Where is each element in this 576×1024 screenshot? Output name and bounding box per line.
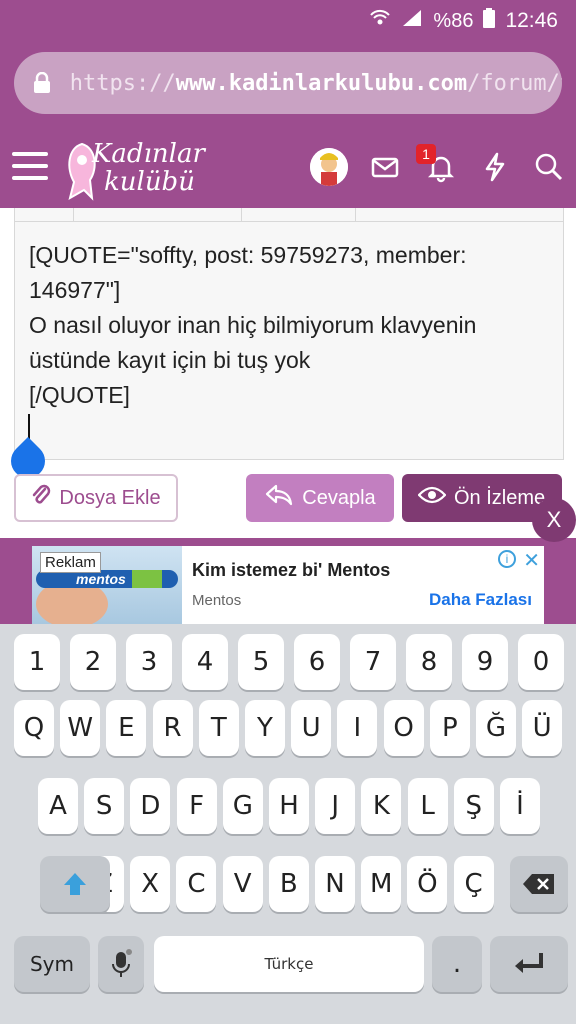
lightning-icon[interactable] [478,150,512,184]
key-9[interactable]: 9 [462,634,508,690]
preview-label: Ön İzleme [454,486,546,509]
key-y[interactable]: Y [245,700,285,756]
key-ü[interactable]: Ü [522,700,563,756]
key-f[interactable]: F [176,778,217,834]
reply-button[interactable]: Cevapla [246,474,394,522]
key-e[interactable]: E [106,700,147,756]
soft-keyboard: 1234567890 QWERTYUIOPĞÜ ASDFGHJKLŞİ ZXCV… [0,624,576,1024]
key-s[interactable]: S [84,778,125,834]
key-m[interactable]: M [361,856,402,912]
key-p[interactable]: P [429,700,470,756]
key-7[interactable]: 7 [350,634,396,690]
key-3[interactable]: 3 [126,634,172,690]
ad-cta-link[interactable]: Daha Fazlası [429,590,532,610]
site-logo[interactable]: Kadınlar kulübü [62,138,232,202]
url-text[interactable]: https://www.kadinlarkulubu.com/forum/thr [70,71,562,96]
key-h[interactable]: H [269,778,309,834]
key-g[interactable]: G [222,778,263,834]
ad-title[interactable]: Kim istemez bi' Mentos [192,560,390,581]
wifi-hotspot-icon [369,8,391,34]
key-ç[interactable]: Ç [453,856,494,912]
screen: { "status_bar": {"battery": "%86", "time… [0,0,576,1024]
ad-close-icon[interactable]: ✕ [523,548,540,573]
key-5[interactable]: 5 [238,634,284,690]
address-bar[interactable]: https://www.kadinlarkulubu.com/forum/thr [14,52,562,114]
user-avatar[interactable] [310,148,348,186]
reply-arrow-icon [264,483,294,513]
period-key[interactable]: . [432,936,482,992]
key-1[interactable]: 1 [14,634,60,690]
notification-badge: 1 [416,144,436,164]
key-i̇[interactable]: İ [500,778,540,834]
attach-file-label: Dosya Ekle [59,486,161,509]
search-icon[interactable] [532,150,566,184]
ad-image[interactable]: mentos Reklam [32,546,182,624]
site-header: Kadınlar kulübü 1 [0,132,576,208]
status-bar: %86 12:46 [0,0,576,40]
key-v[interactable]: V [222,856,263,912]
key-u[interactable]: U [291,700,332,756]
ad-advertiser: Mentos [192,592,242,609]
key-j[interactable]: J [315,778,356,834]
key-ö[interactable]: Ö [407,856,448,912]
space-key[interactable]: Türkçe [154,936,424,992]
signal-icon [401,8,423,34]
voice-input-key[interactable] [98,936,144,992]
backspace-key[interactable] [510,856,568,912]
ad-info-icon[interactable]: i [498,550,516,568]
browser-toolbar: https://www.kadinlarkulubu.com/forum/thr [0,40,576,132]
key-2[interactable]: 2 [70,634,116,690]
key-t[interactable]: T [198,700,239,756]
key-0[interactable]: 0 [518,634,564,690]
sym-key[interactable]: Sym [14,936,90,992]
reply-label: Cevapla [302,486,376,509]
message-editor[interactable]: [QUOTE="soffty, post: 59759273, member: … [3,208,564,486]
enter-key[interactable] [490,936,568,992]
clock: 12:46 [505,9,558,32]
close-ad-button[interactable]: X [532,498,576,542]
key-i[interactable]: I [337,700,378,756]
eye-icon [417,485,447,511]
paperclip-icon [31,483,51,513]
key-l[interactable]: L [407,778,448,834]
ad-image-brand: mentos [76,571,126,587]
key-d[interactable]: D [130,778,171,834]
key-x[interactable]: X [130,856,171,912]
key-n[interactable]: N [315,856,355,912]
key-q[interactable]: Q [14,700,54,756]
key-r[interactable]: R [152,700,193,756]
reply-form: [QUOTE="soffty, post: 59759273, member: … [0,208,576,538]
ad-banner-area: mentos Reklam Kim istemez bi' Mentos Men… [0,538,576,624]
messages-icon[interactable] [368,150,402,184]
key-4[interactable]: 4 [182,634,228,690]
ad-banner[interactable]: mentos Reklam Kim istemez bi' Mentos Men… [32,546,544,624]
menu-icon[interactable] [12,152,48,182]
key-8[interactable]: 8 [406,634,452,690]
editor-toolbar [15,208,563,222]
editor-text[interactable]: [QUOTE="soffty, post: 59759273, member: … [15,222,563,413]
key-ğ[interactable]: Ğ [476,700,516,756]
battery-icon [483,8,496,34]
key-6[interactable]: 6 [294,634,340,690]
key-o[interactable]: O [383,700,424,756]
lock-icon[interactable] [14,72,70,94]
shift-key[interactable] [40,856,110,912]
key-k[interactable]: K [361,778,402,834]
key-c[interactable]: C [176,856,217,912]
key-ş[interactable]: Ş [453,778,494,834]
key-b[interactable]: B [268,856,309,912]
key-a[interactable]: A [38,778,78,834]
battery-percent: %86 [433,9,474,32]
attach-file-button[interactable]: Dosya Ekle [14,474,178,522]
key-w[interactable]: W [60,700,101,756]
ad-label: Reklam [40,552,101,573]
